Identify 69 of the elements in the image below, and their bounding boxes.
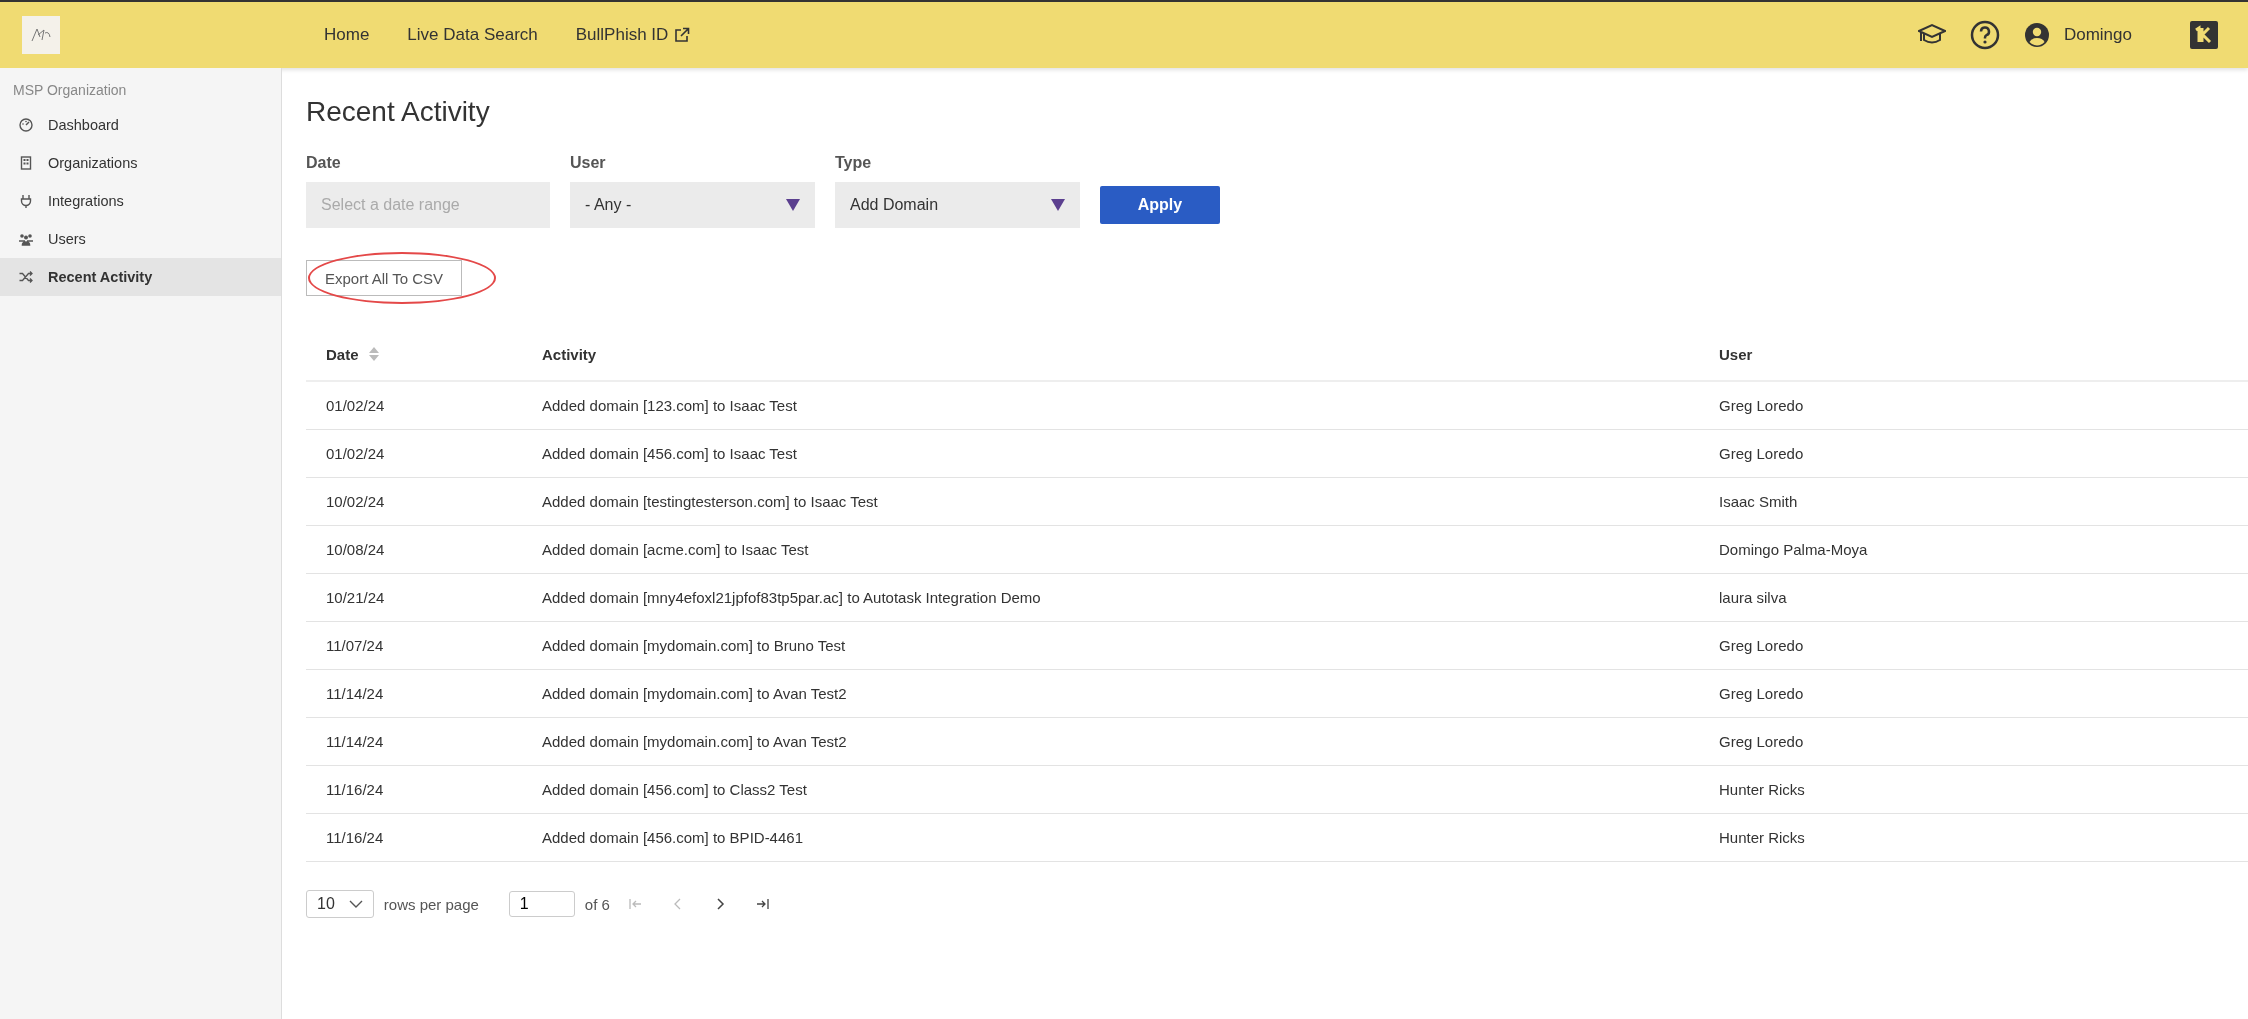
sidebar-item[interactable]: Dashboard [0, 106, 281, 144]
table-cell: Added domain [123.com] to Isaac Test [522, 381, 1699, 430]
table-cell: Added domain [mydomain.com] to Avan Test2 [522, 669, 1699, 718]
shuffle-icon [18, 269, 34, 285]
table-cell: laura silva [1699, 573, 2248, 622]
external-link-icon [674, 27, 691, 43]
users-icon [18, 231, 34, 247]
field-label: User [570, 154, 607, 172]
help-icon[interactable] [1969, 20, 2000, 50]
table-cell: Added domain [mydomain.com] to Avan Test2 [522, 717, 1699, 766]
rows-per-page-select[interactable]: 10 [306, 890, 374, 918]
table-cell: Added domain [456.com] to Class2 Test [522, 765, 1699, 814]
table-cell: Hunter Ricks [1699, 765, 2248, 814]
sidebar-item[interactable]: Users [0, 220, 281, 258]
table-cell: Hunter Ricks [1699, 813, 2248, 862]
column-header: Activity [522, 328, 1699, 381]
table-cell: Added domain [456.com] to BPID-4461 [522, 813, 1699, 862]
table-cell: Added domain [acme.com] to Isaac Test [522, 525, 1699, 574]
sidebar-item[interactable]: Organizations [0, 144, 281, 182]
field-label: Date [306, 154, 342, 172]
apply-button[interactable]: Apply [1100, 186, 1220, 224]
table-cell: Greg Loredo [1699, 381, 2248, 430]
dropdown-triangle-icon [786, 199, 800, 211]
user-name[interactable]: Domingo [2063, 25, 2132, 45]
table-cell: 11/07/24 [306, 621, 522, 670]
building-icon [18, 155, 34, 171]
table-cell: Greg Loredo [1699, 717, 2248, 766]
brand-logo-icon [2190, 21, 2218, 49]
date-range-field[interactable]: Select a date range [306, 182, 550, 228]
sidebar-item[interactable]: Recent Activity [0, 258, 281, 296]
page-count: of 6 [584, 895, 610, 913]
table-cell: Added domain [mydomain.com] to Bruno Test [522, 621, 1699, 670]
sidebar-heading: MSP Organization [12, 82, 128, 100]
table-cell: 11/16/24 [306, 765, 522, 814]
table-cell: 01/02/24 [306, 381, 522, 430]
nav-link[interactable]: Live Data Search [407, 25, 538, 45]
dropdown-triangle-icon [1051, 199, 1065, 211]
account-icon [2023, 22, 2050, 48]
sidebar-item[interactable]: Integrations [0, 182, 281, 220]
table-cell: 10/21/24 [306, 573, 522, 622]
table-cell: Isaac Smith [1699, 477, 2248, 526]
table-cell: Added domain [testingtesterson.com] to Isaac Test [522, 477, 1699, 526]
column-header[interactable]: Date [306, 328, 522, 381]
page-number-field[interactable]: 1 [508, 891, 575, 917]
nav-link[interactable]: Home [324, 25, 370, 45]
table-cell: Added domain [456.com] to Isaac Test [522, 429, 1699, 478]
table-cell: 11/16/24 [306, 813, 522, 862]
plug-icon [18, 193, 34, 209]
nav-link[interactable]: BullPhish ID [575, 25, 691, 45]
dropdown[interactable]: Add Domain [835, 182, 1080, 228]
table-cell: 10/02/24 [306, 477, 522, 526]
table-cell: Greg Loredo [1699, 621, 2248, 670]
field-label: Type [835, 154, 873, 172]
column-header: User [1699, 328, 2248, 381]
rows-per-page-label: rows per page [383, 895, 479, 913]
table-cell: Domingo Palma-Moya [1699, 525, 2248, 574]
table-cell: 01/02/24 [306, 429, 522, 478]
table-cell: 11/14/24 [306, 669, 522, 718]
page-title: Recent Activity [306, 96, 491, 128]
table-cell: 10/08/24 [306, 525, 522, 574]
table-cell: Greg Loredo [1699, 429, 2248, 478]
export-button[interactable]: Export All To CSV [306, 260, 463, 296]
dropdown[interactable]: - Any - [570, 182, 815, 228]
chevron-down-icon [348, 900, 363, 908]
sort-icon [368, 347, 379, 361]
table-cell: 11/14/24 [306, 717, 522, 766]
gauge-icon [18, 117, 34, 133]
table-cell: Added domain [mny4efoxl21jpfof83tp5par.ac] to Autotask Integration Demo [522, 573, 1699, 622]
table-cell: Greg Loredo [1699, 669, 2248, 718]
